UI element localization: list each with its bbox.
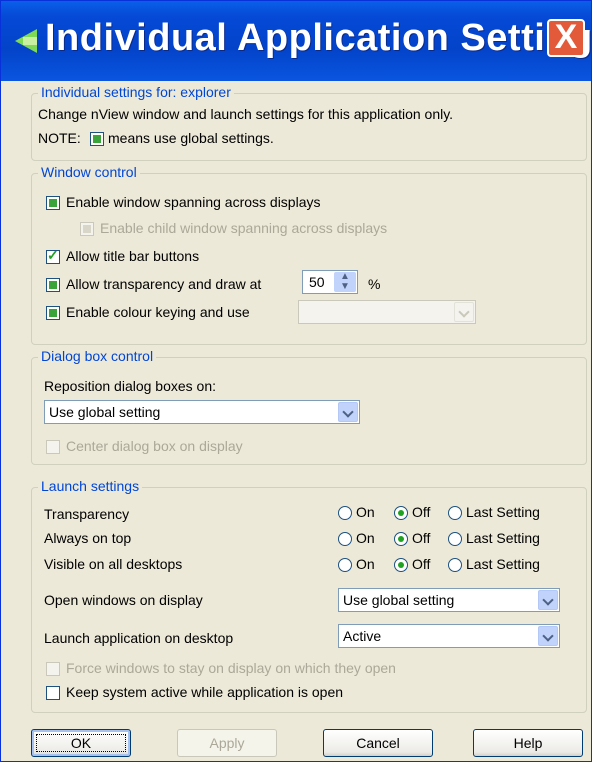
window-control-group: Window control Enable window spanning ac… (31, 164, 587, 345)
apply-button[interactable]: Apply (177, 729, 277, 757)
launch-settings-legend: Launch settings (38, 478, 143, 494)
title-bar[interactable]: Individual Application Settings X (1, 1, 592, 81)
transparency-off-radio[interactable] (394, 506, 408, 520)
transparency-on-radio[interactable] (338, 506, 352, 520)
radio-on-label: On (356, 504, 375, 520)
reposition-value: Use global setting (49, 404, 161, 420)
spinner-updown-icon[interactable]: ▲ ▼ (334, 272, 356, 292)
visible-all-desktops-on-radio[interactable] (338, 558, 352, 572)
launch-row-label-visible-all-desktops: Visible on all desktops (44, 556, 183, 572)
help-label: Help (513, 735, 543, 751)
always-on-top-on-radio[interactable] (338, 532, 352, 546)
launch-desktop-label: Launch application on desktop (44, 630, 234, 646)
radio-on-label: On (356, 530, 375, 546)
percent-label: % (368, 276, 381, 292)
dialog-control-group: Dialog box control Reposition dialog box… (31, 348, 587, 465)
open-display-select[interactable]: Use global setting (338, 588, 560, 612)
radio-off-label: Off (412, 530, 431, 546)
child-spanning-label: Enable child window spanning across disp… (100, 220, 388, 236)
app-icon (15, 29, 37, 53)
transparency-value: 50 (309, 274, 325, 290)
chevron-down-icon (538, 590, 558, 610)
chevron-down-icon (454, 302, 474, 322)
spanning-checkbox[interactable] (46, 196, 60, 210)
force-stay-checkbox[interactable] (46, 662, 60, 676)
reposition-label: Reposition dialog boxes on: (44, 378, 217, 394)
colour-key-select[interactable] (298, 300, 476, 324)
visible-all-desktops-last-radio[interactable] (448, 558, 462, 572)
reposition-select[interactable]: Use global setting (44, 400, 360, 424)
note-suffix: means use global settings. (108, 130, 274, 146)
cancel-button[interactable]: Cancel (323, 729, 433, 757)
note-prefix: NOTE: (38, 130, 81, 146)
launch-desktop-value: Active (343, 628, 382, 644)
close-button[interactable]: X (547, 19, 585, 57)
radio-off-label: Off (412, 556, 431, 572)
always-on-top-last-radio[interactable] (448, 532, 462, 546)
global-setting-indicator-icon (90, 132, 104, 146)
title-bar-buttons-checkbox[interactable] (46, 247, 60, 264)
center-dialog-checkbox[interactable] (46, 440, 60, 454)
chevron-down-icon (538, 626, 558, 646)
visible-all-desktops-off-radio[interactable] (394, 558, 408, 572)
transparency-label: Allow transparency and draw at (66, 276, 262, 292)
window-control-legend: Window control (38, 164, 140, 180)
spanning-label: Enable window spanning across displays (66, 194, 321, 210)
force-stay-label: Force windows to stay on display on whic… (66, 660, 396, 676)
transparency-last-radio[interactable] (448, 506, 462, 520)
radio-off-label: Off (412, 504, 431, 520)
info-legend: Individual settings for: explorer (38, 84, 234, 100)
radio-last-label: Last Setting (466, 504, 540, 520)
launch-settings-group: Launch settings Transparency On Off Last… (31, 478, 587, 713)
radio-on-label: On (356, 556, 375, 572)
info-group: Individual settings for: explorer Change… (31, 84, 587, 161)
focus-ring (36, 734, 126, 752)
radio-last-label: Last Setting (466, 530, 540, 546)
chevron-down-icon (338, 402, 358, 422)
launch-desktop-select[interactable]: Active (338, 624, 560, 648)
radio-last-label: Last Setting (466, 556, 540, 572)
center-dialog-label: Center dialog box on display (66, 438, 243, 454)
transparency-checkbox[interactable] (46, 278, 60, 292)
launch-row-label-transparency: Transparency (44, 506, 130, 522)
apply-label: Apply (209, 735, 245, 751)
open-display-label: Open windows on display (44, 592, 203, 608)
keep-active-label: Keep system active while application is … (66, 684, 344, 700)
info-line: Change nView window and launch settings … (38, 106, 454, 122)
always-on-top-off-radio[interactable] (394, 532, 408, 546)
cancel-label: Cancel (356, 735, 400, 751)
open-display-value: Use global setting (343, 592, 455, 608)
dialog-control-legend: Dialog box control (38, 348, 157, 364)
colour-keying-label: Enable colour keying and use (66, 304, 250, 320)
colour-keying-checkbox[interactable] (46, 306, 60, 320)
child-spanning-checkbox[interactable] (80, 222, 94, 236)
title-bar-buttons-label: Allow title bar buttons (66, 248, 200, 264)
ok-button[interactable]: OK (31, 729, 131, 757)
launch-row-label-always-on-top: Always on top (44, 530, 132, 546)
dialog-window: Individual Application Settings X Indivi… (0, 0, 592, 762)
window-title: Individual Application Settings (45, 17, 592, 59)
help-button[interactable]: Help (473, 729, 583, 757)
transparency-spinner[interactable]: 50 ▲ ▼ (302, 270, 358, 294)
keep-active-checkbox[interactable] (46, 686, 60, 700)
